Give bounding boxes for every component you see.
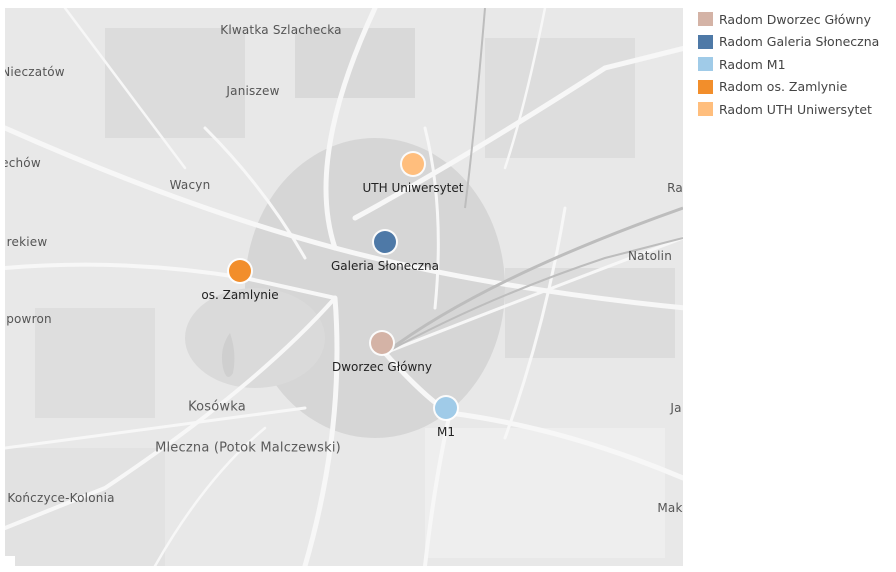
- place-name: Mak: [657, 501, 683, 515]
- marker-label: UTH Uniwersytet: [362, 181, 464, 195]
- legend-label: Radom UTH Uniwersytet: [719, 101, 872, 117]
- legend-item[interactable]: Radom Galeria Słoneczna: [698, 31, 879, 54]
- place-name: Kończyce-Kolonia: [7, 491, 115, 505]
- map-corner-control[interactable]: [5, 556, 15, 566]
- marker-label: os. Zamlynie: [201, 288, 279, 302]
- marker-label: M1: [437, 425, 455, 439]
- legend-label: Radom Galeria Słoneczna: [719, 34, 880, 50]
- map-field: [505, 268, 675, 358]
- map-canvas[interactable]: Klwatka Szlachecka Nieczatów Janiszew echów…: [5, 8, 683, 566]
- legend-label: Radom M1: [719, 56, 786, 72]
- map-marker[interactable]: [374, 231, 396, 253]
- legend-label: Radom Dworzec Główny: [719, 11, 871, 27]
- place-name: Ra: [667, 181, 683, 195]
- map-field: [35, 308, 155, 418]
- map-marker[interactable]: [435, 397, 457, 419]
- place-name: Kosówka: [188, 399, 246, 415]
- place-name: Mleczna (Potok Malczewski): [155, 440, 341, 456]
- legend-swatch: [698, 57, 713, 72]
- legend-item[interactable]: Radom M1: [698, 53, 879, 76]
- place-name: Ja: [670, 401, 682, 415]
- marker-label: Dworzec Główny: [332, 360, 432, 374]
- map-field: [295, 28, 415, 98]
- legend: Radom Dworzec Główny Radom Galeria Słonec…: [698, 8, 879, 121]
- place-name: Janiszew: [226, 84, 280, 98]
- legend-item[interactable]: Radom UTH Uniwersytet: [698, 98, 879, 121]
- map-field: [105, 28, 245, 138]
- map-marker[interactable]: [229, 260, 251, 282]
- map-marker[interactable]: [402, 153, 424, 175]
- place-name: Klwatka Szlachecka: [220, 23, 342, 37]
- map-marker[interactable]: [371, 332, 393, 354]
- map-field: [425, 428, 665, 558]
- map-urban-area: [185, 288, 325, 388]
- legend-swatch: [698, 34, 713, 49]
- place-name: Nieczatów: [5, 65, 65, 79]
- marker-label: Galeria Słoneczna: [330, 259, 440, 273]
- legend-label: Radom os. Zamlynie: [719, 79, 848, 95]
- place-name: Natolin: [627, 249, 673, 263]
- map-background: [5, 8, 683, 566]
- place-name: Wacyn: [169, 178, 211, 192]
- legend-swatch: [698, 102, 713, 117]
- legend-item[interactable]: Radom os. Zamlynie: [698, 76, 879, 99]
- place-name: rekiew: [6, 235, 48, 249]
- legend-swatch: [698, 79, 713, 94]
- place-name: powron: [6, 312, 52, 326]
- legend-swatch: [698, 12, 713, 27]
- place-name: echów: [5, 156, 41, 170]
- legend-item[interactable]: Radom Dworzec Główny: [698, 8, 879, 31]
